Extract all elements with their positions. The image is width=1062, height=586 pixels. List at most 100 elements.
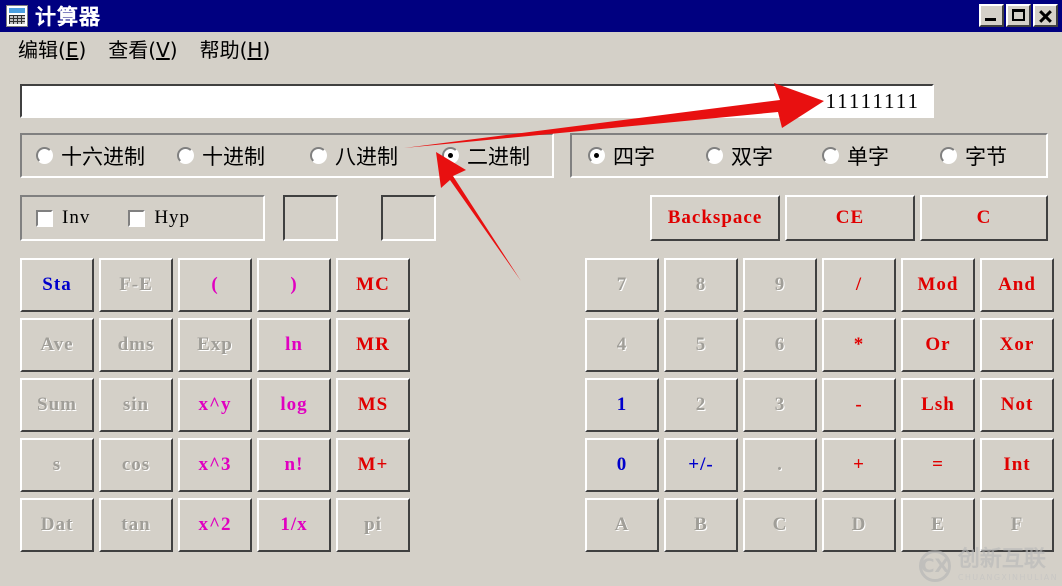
key-ms[interactable]: MS — [336, 378, 410, 432]
radio-base-3[interactable]: 八进制 — [310, 141, 398, 171]
indicator-box-2 — [381, 195, 436, 241]
menu-item-edit[interactable]: 编辑(E) — [14, 33, 90, 64]
watermark-main: 创新互联 — [957, 547, 1046, 572]
key-e: E — [901, 498, 975, 552]
key-equals[interactable]: = — [901, 438, 975, 492]
window-controls — [979, 4, 1058, 27]
hyp-checkbox-box — [128, 209, 146, 227]
key-9: 9 — [743, 258, 817, 312]
menu-item-view-accel: V — [156, 38, 170, 62]
close-button[interactable] — [1033, 4, 1058, 27]
radio-base-label: 八进制 — [335, 144, 398, 169]
menu-item-view[interactable]: 查看(V) — [104, 33, 181, 64]
key-div[interactable]: / — [822, 258, 896, 312]
key-plusdivminus[interactable]: +/- — [664, 438, 738, 492]
inv-checkbox[interactable]: Inv — [36, 207, 90, 229]
key-dot: . — [743, 438, 817, 492]
radio-base-2[interactable]: 十进制 — [177, 141, 265, 171]
key-s: s — [20, 438, 94, 492]
key-mc[interactable]: MC — [336, 258, 410, 312]
key-5: 5 — [664, 318, 738, 372]
radio-word-label: 单字 — [847, 144, 889, 169]
radio-dot-icon — [940, 147, 957, 164]
key-4: 4 — [585, 318, 659, 372]
minimize-button[interactable] — [979, 4, 1004, 27]
key-mr[interactable]: MR — [336, 318, 410, 372]
calculator-window: 计算器 编辑(E) 查看(V) 帮助(H) 11111111 十六进制 十进制 八进… — [0, 0, 1062, 586]
close-icon — [1035, 6, 1056, 25]
key-sta[interactable]: Sta — [20, 258, 94, 312]
key-lsh[interactable]: Lsh — [901, 378, 975, 432]
key-nfact[interactable]: n! — [257, 438, 331, 492]
key-c: C — [743, 498, 817, 552]
title-bar: 计算器 — [0, 0, 1062, 32]
key-dms: dms — [99, 318, 173, 372]
radio-word-label: 双字 — [731, 144, 773, 169]
word-size-group: 四字 双字 单字 字节 — [570, 133, 1048, 178]
radio-dot-icon — [706, 147, 723, 164]
key-xpow2[interactable]: x^2 — [178, 498, 252, 552]
key-xpowy[interactable]: x^y — [178, 378, 252, 432]
minimize-icon — [981, 6, 1002, 25]
key-2: 2 — [664, 378, 738, 432]
radio-word-1[interactable]: 四字 — [588, 141, 655, 171]
key-int[interactable]: Int — [980, 438, 1054, 492]
key-pi: pi — [336, 498, 410, 552]
menu-item-help[interactable]: 帮助(H) — [196, 33, 275, 64]
calculator-icon — [6, 5, 28, 27]
key-rparen[interactable]: ) — [257, 258, 331, 312]
radio-dot-icon — [588, 147, 605, 164]
radio-word-label: 四字 — [613, 144, 655, 169]
menu-item-help-accel: H — [247, 38, 263, 62]
watermark-text: 创新互联 CHUANGXINHULIAN — [958, 549, 1058, 582]
radio-word-3[interactable]: 单字 — [822, 141, 889, 171]
button-backspace[interactable]: Backspace — [650, 195, 780, 241]
inv-checkbox-box — [36, 209, 53, 227]
key-dat: Dat — [20, 498, 94, 552]
key-mplus[interactable]: M+ — [336, 438, 410, 492]
hyp-label: Hyp — [154, 207, 191, 228]
key-or[interactable]: Or — [901, 318, 975, 372]
watermark-sub: CHUANGXINHULIAN — [957, 573, 1058, 582]
display-value: 11111111 — [825, 88, 920, 113]
radio-base-label: 十进制 — [202, 144, 265, 169]
key-lparen[interactable]: ( — [178, 258, 252, 312]
key-8: 8 — [664, 258, 738, 312]
key-sum: Sum — [20, 378, 94, 432]
display-field[interactable]: 11111111 — [20, 84, 934, 118]
maximize-button[interactable] — [1006, 4, 1031, 27]
radio-word-4[interactable]: 字节 — [940, 141, 1007, 171]
radio-dot-icon — [442, 147, 459, 164]
key-xpow3[interactable]: x^3 — [178, 438, 252, 492]
key-ave: Ave — [20, 318, 94, 372]
key-3: 3 — [743, 378, 817, 432]
key-sin: sin — [99, 378, 173, 432]
key-mod[interactable]: Mod — [901, 258, 975, 312]
key-xor[interactable]: Xor — [980, 318, 1054, 372]
key-b: B — [664, 498, 738, 552]
radio-base-label: 十六进制 — [61, 144, 145, 169]
key-0[interactable]: 0 — [585, 438, 659, 492]
key-6: 6 — [743, 318, 817, 372]
hyp-checkbox[interactable]: Hyp — [128, 207, 190, 229]
radio-base-4[interactable]: 二进制 — [442, 141, 530, 171]
key-f: F — [980, 498, 1054, 552]
key-1divx[interactable]: 1/x — [257, 498, 331, 552]
watermark-logo-icon: CX — [918, 549, 951, 582]
key-log[interactable]: log — [257, 378, 331, 432]
button-c[interactable]: C — [920, 195, 1048, 241]
key-1[interactable]: 1 — [585, 378, 659, 432]
button-ce[interactable]: CE — [785, 195, 915, 241]
radio-dot-icon — [36, 147, 53, 164]
key-minus[interactable]: - — [822, 378, 896, 432]
menu-bar: 编辑(E) 查看(V) 帮助(H) — [0, 32, 1062, 65]
key-7: 7 — [585, 258, 659, 312]
key-mul[interactable]: * — [822, 318, 896, 372]
radio-base-1[interactable]: 十六进制 — [36, 141, 145, 171]
radio-word-2[interactable]: 双字 — [706, 141, 773, 171]
menu-item-view-label: 查看 — [108, 40, 149, 62]
key-and[interactable]: And — [980, 258, 1054, 312]
key-ln[interactable]: ln — [257, 318, 331, 372]
key-plus[interactable]: + — [822, 438, 896, 492]
key-not[interactable]: Not — [980, 378, 1054, 432]
